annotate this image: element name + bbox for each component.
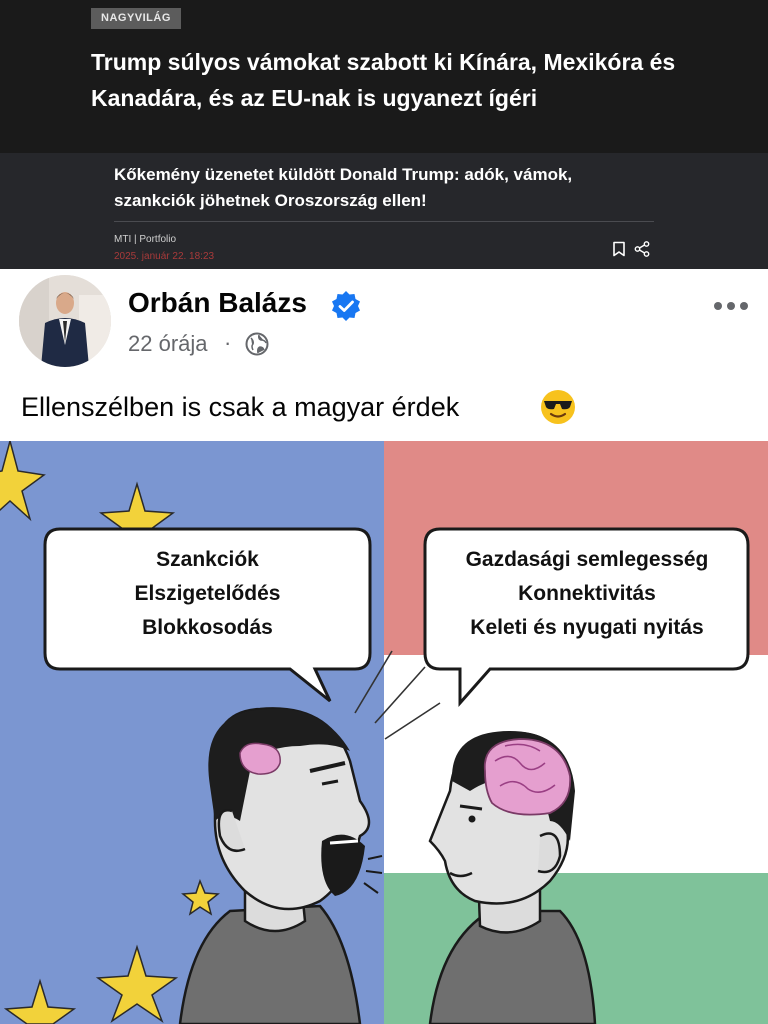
author-name[interactable]: Orbán Balázs	[128, 287, 307, 319]
bookmark-icon[interactable]	[612, 241, 626, 257]
bubble-line: Gazdasági semlegesség	[465, 548, 709, 571]
bubble-line: Keleti és nyugati nyitás	[470, 616, 704, 639]
bubble-line: Blokkosodás	[142, 616, 273, 639]
post-timestamp[interactable]: 22 órája	[128, 331, 208, 357]
globe-icon[interactable]	[245, 332, 269, 361]
bubble-line: Elszigetelődés	[134, 582, 281, 605]
share-icon[interactable]	[634, 241, 650, 257]
author-avatar[interactable]	[19, 275, 111, 367]
verified-badge-icon	[330, 290, 362, 327]
time-separator: ·	[224, 330, 232, 355]
article-date: 2025. január 22. 18:23	[114, 251, 215, 262]
left-speech-bubble: Szankciók Elszigetelődés Blokkosodás	[60, 543, 355, 645]
post-text: Ellenszélben is csak a magyar érdek	[21, 392, 460, 422]
related-article-link[interactable]: Kőkemény üzenetet küldött Donald Trump: …	[114, 162, 654, 214]
more-options-icon[interactable]	[713, 299, 749, 317]
cartoon-image: Szankciók Elszigetelődés Blokkosodás Gaz…	[0, 441, 768, 1024]
bubble-line: Konnektivitás	[518, 582, 656, 605]
article-actions	[612, 241, 650, 257]
smiling-face-with-sunglasses-icon	[540, 389, 576, 430]
related-article: Kőkemény üzenetet küldött Donald Trump: …	[0, 153, 768, 269]
right-speech-bubble: Gazdasági semlegesség Konnektivitás Kele…	[432, 543, 742, 645]
news-article-card[interactable]: NAGYVILÁG Trump súlyos vámokat szabott k…	[0, 0, 768, 153]
article-source: MTI | Portfolio	[114, 234, 177, 245]
bubble-line: Szankciók	[156, 548, 259, 571]
divider	[114, 221, 654, 222]
category-badge[interactable]: NAGYVILÁG	[91, 8, 181, 29]
article-headline[interactable]: Trump súlyos vámokat szabott ki Kínára, …	[91, 44, 691, 116]
